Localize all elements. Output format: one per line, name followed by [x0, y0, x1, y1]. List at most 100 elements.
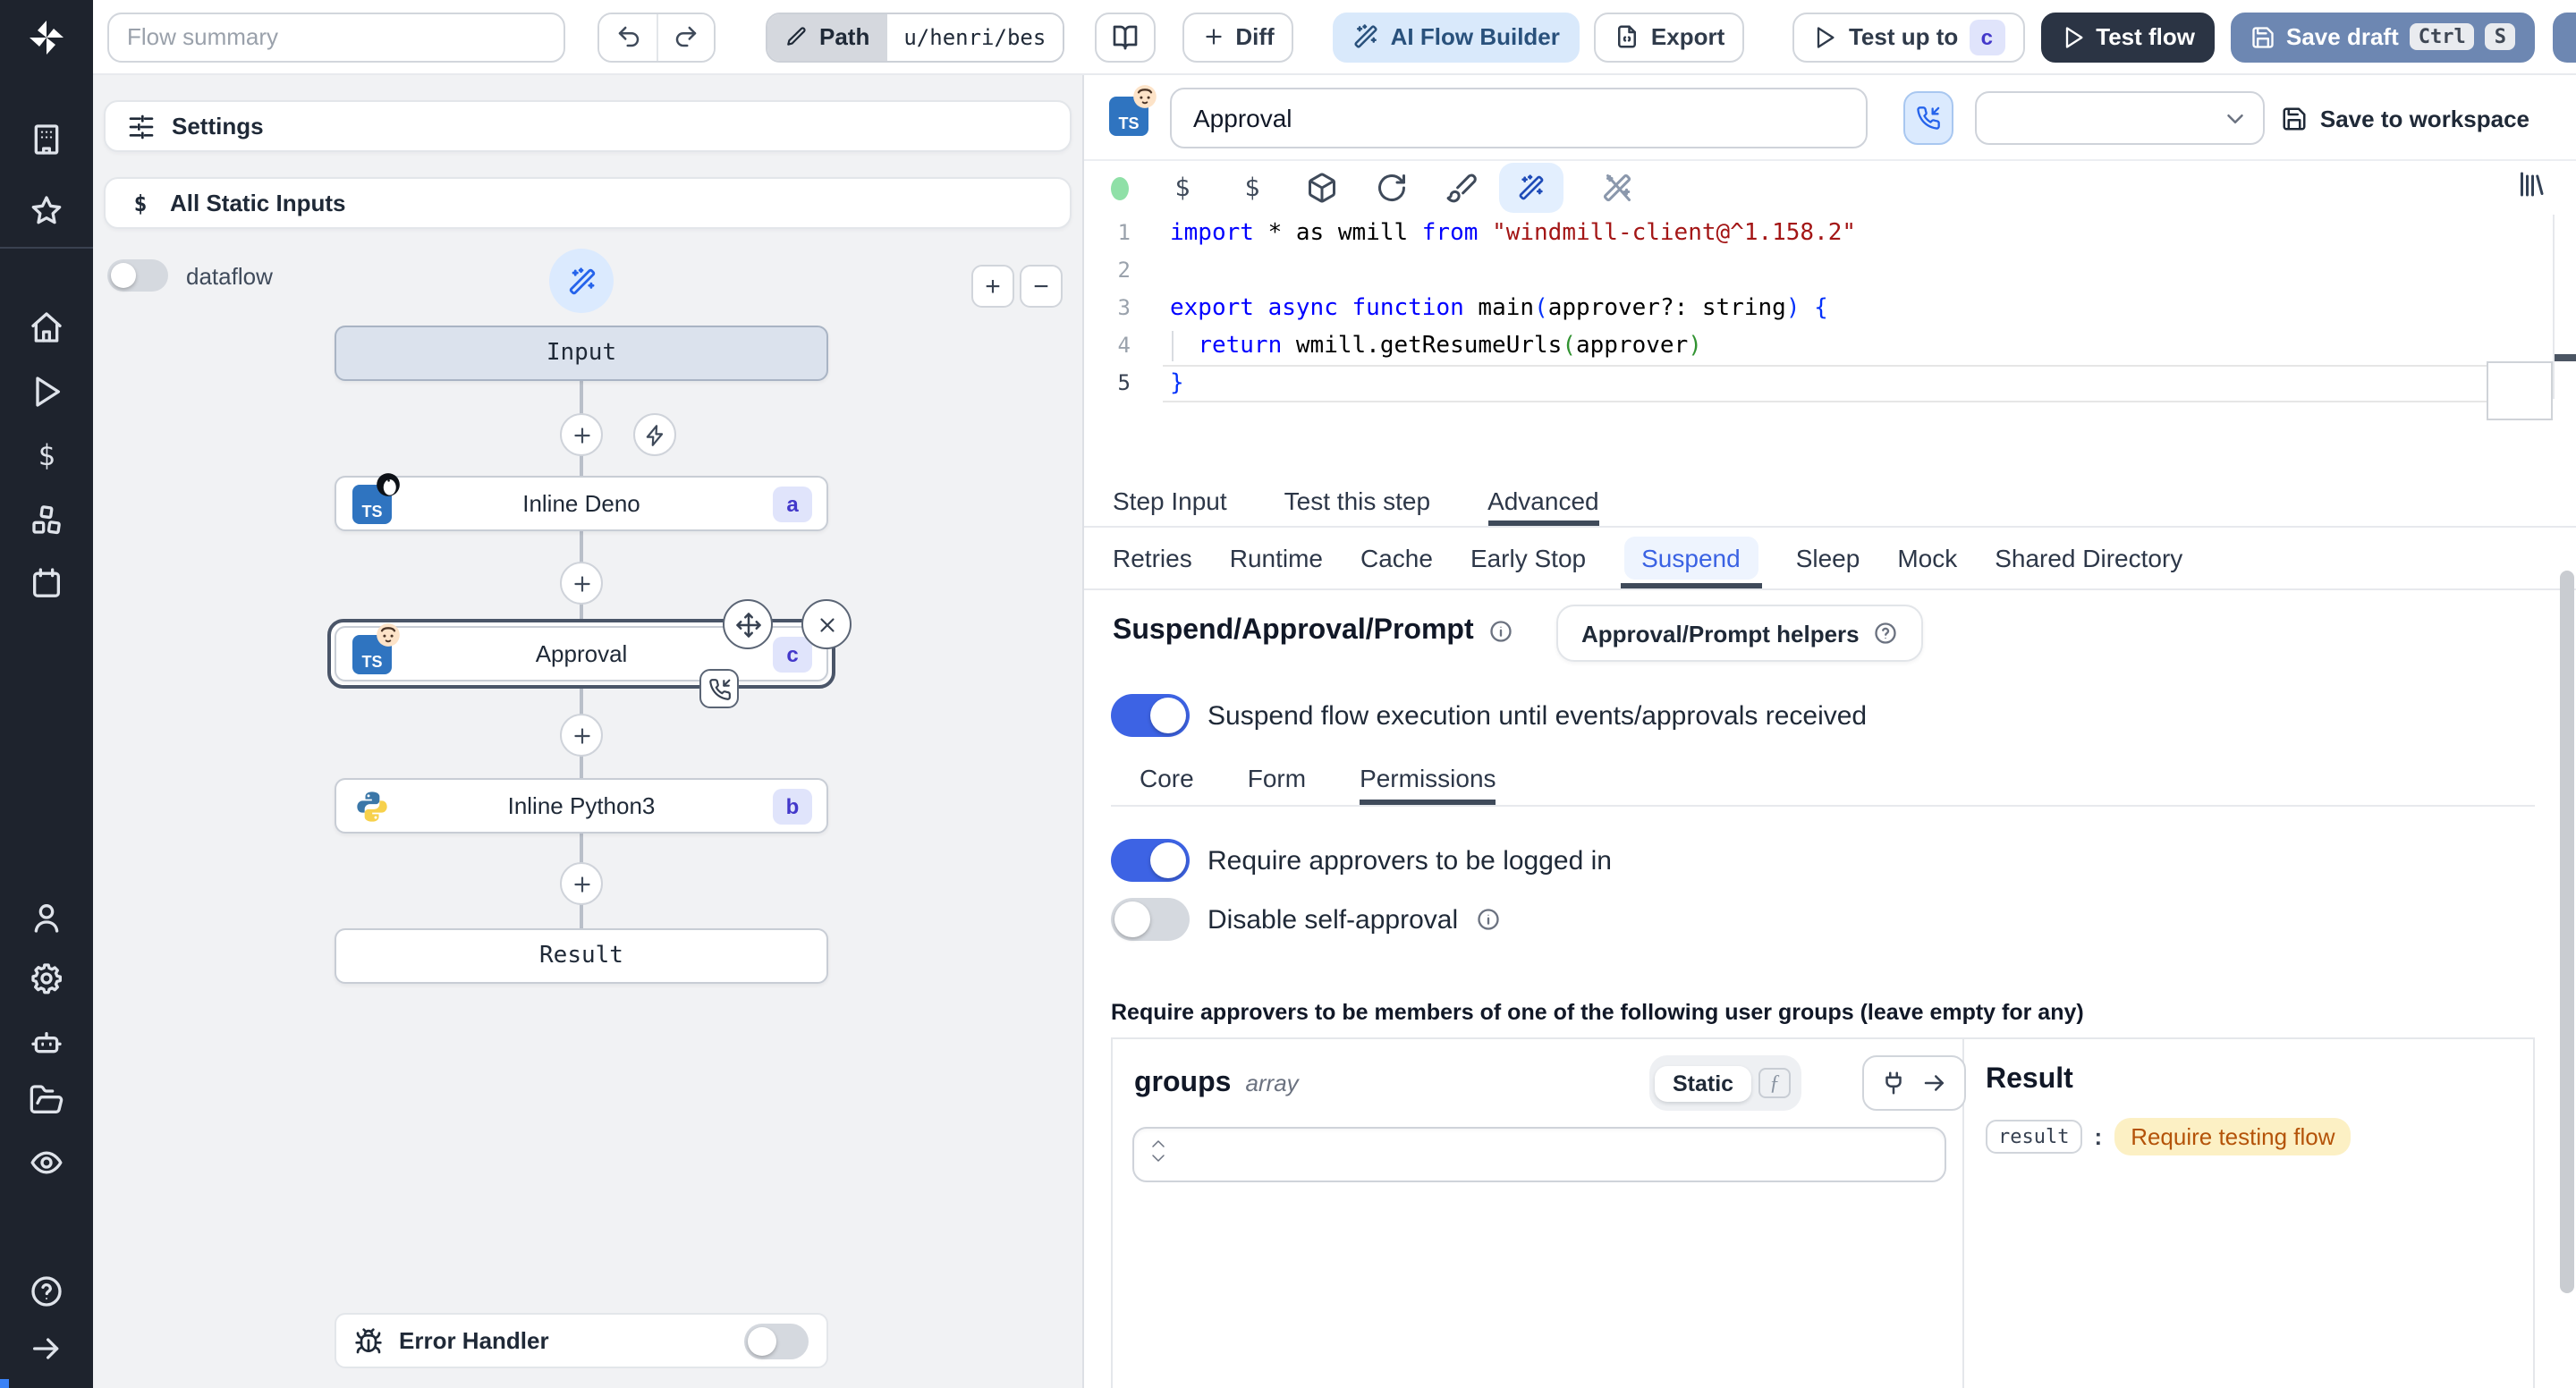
export-button[interactable]: Export — [1593, 12, 1745, 62]
tab-mock[interactable]: Mock — [1897, 528, 1957, 588]
variables-dollar-icon[interactable]: $ — [29, 438, 64, 474]
subtab-form[interactable]: Form — [1248, 751, 1306, 805]
javascript-mode-button[interactable]: ƒ — [1758, 1068, 1792, 1098]
groups-array-input[interactable] — [1132, 1127, 1946, 1182]
suspend-enable-toggle[interactable] — [1111, 694, 1190, 737]
workers-bot-icon[interactable] — [29, 1023, 64, 1059]
code-line[interactable]: 4 return wmill.getResumeUrls(approver) — [1084, 327, 2576, 365]
error-handler-toggle[interactable] — [744, 1323, 809, 1358]
windmill-logo[interactable] — [0, 0, 93, 74]
variables-dollar-icon[interactable]: $ — [1166, 172, 1199, 204]
add-step-button[interactable] — [560, 714, 603, 757]
home-icon[interactable] — [29, 309, 64, 345]
runs-play-icon[interactable] — [29, 374, 64, 410]
approval-phone-badge[interactable] — [699, 669, 739, 708]
undo-button[interactable] — [599, 13, 657, 60]
flow-node-inline-python[interactable]: Inline Python3 b — [335, 778, 828, 834]
tab-test-this-step[interactable]: Test this step — [1284, 474, 1430, 526]
path-label-segment: Path — [767, 13, 888, 60]
docs-button[interactable] — [1094, 12, 1156, 62]
tab-cache[interactable]: Cache — [1360, 528, 1433, 588]
deploy-button-partial[interactable] — [2553, 12, 2576, 62]
ai-assistant-wand-button[interactable] — [1499, 163, 1563, 213]
help-icon[interactable] — [29, 1274, 64, 1309]
resources-boxes-icon[interactable] — [29, 503, 64, 538]
add-trigger-button[interactable] — [633, 413, 676, 456]
test-flow-button[interactable]: Test flow — [2040, 12, 2215, 62]
schedules-calendar-icon[interactable] — [29, 565, 64, 601]
tab-early-stop[interactable]: Early Stop — [1470, 528, 1586, 588]
audit-eye-icon[interactable] — [29, 1145, 64, 1181]
flow-node-inline-deno[interactable]: TS Inline Deno a — [335, 472, 828, 531]
add-step-button[interactable] — [560, 862, 603, 905]
code-line[interactable]: 3 export async function main(approver?: s… — [1084, 290, 2576, 327]
code-editor[interactable]: 1 import * as wmill from "windmill-client… — [1084, 215, 2576, 474]
flow-summary-input[interactable] — [107, 12, 565, 62]
folders-icon[interactable] — [29, 1082, 64, 1118]
error-handler-row[interactable]: Error Handler — [335, 1313, 828, 1368]
suspend-phone-button[interactable] — [1903, 91, 1953, 145]
library-icon[interactable] — [2515, 168, 2547, 200]
all-static-inputs-button[interactable]: $ All Static Inputs — [104, 177, 1072, 229]
tab-retries[interactable]: Retries — [1113, 528, 1192, 588]
tab-advanced[interactable]: Advanced — [1487, 474, 1599, 526]
format-brush-icon[interactable] — [1445, 172, 1478, 204]
package-icon[interactable] — [1306, 172, 1338, 204]
code-line[interactable]: 1 import * as wmill from "windmill-client… — [1084, 215, 2576, 252]
tab-step-input[interactable]: Step Input — [1113, 474, 1227, 526]
code-line[interactable]: 2 — [1084, 252, 2576, 290]
workspace-building-icon[interactable] — [29, 122, 64, 157]
reload-icon[interactable] — [1376, 172, 1408, 204]
panel-scrollbar-thumb[interactable] — [2560, 571, 2574, 1293]
info-icon[interactable] — [1488, 619, 1513, 644]
redo-button[interactable] — [657, 13, 714, 60]
require-login-toggle[interactable] — [1111, 839, 1190, 882]
connect-input-button[interactable] — [1862, 1055, 1966, 1111]
move-node-button[interactable] — [723, 599, 773, 649]
file-code-icon — [1617, 25, 1636, 48]
script-version-select[interactable] — [1975, 91, 2265, 145]
save-to-workspace-button[interactable]: Save to workspace — [2281, 97, 2529, 140]
zoom-in-button[interactable]: + — [971, 265, 1014, 308]
delete-node-button[interactable] — [801, 599, 852, 649]
suspend-enable-label: Suspend flow execution until events/appr… — [1208, 700, 1868, 731]
wand-off-icon[interactable] — [1601, 172, 1633, 204]
input-mode-segmented-control: Static ƒ — [1649, 1055, 1802, 1111]
subtab-permissions[interactable]: Permissions — [1360, 751, 1496, 805]
tab-sleep[interactable]: Sleep — [1796, 528, 1860, 588]
editor-scroll-slider[interactable] — [2487, 361, 2553, 420]
code-line[interactable]: 5} — [1084, 365, 2576, 402]
wand-sparkles-icon — [1355, 24, 1378, 48]
expand-arrow-icon[interactable] — [29, 1331, 64, 1367]
play-icon — [2065, 26, 2082, 47]
ai-flow-builder-button[interactable]: AI Flow Builder — [1333, 12, 1580, 62]
diff-button[interactable]: Diff — [1182, 12, 1294, 62]
step-name-input[interactable] — [1170, 88, 1868, 148]
approval-prompt-helpers-button[interactable]: Approval/Prompt helpers — [1556, 605, 1924, 662]
deno-node-title: Inline Deno — [522, 490, 640, 517]
flow-node-input[interactable]: Input — [335, 326, 828, 381]
resources-dollar-icon[interactable]: $ — [1236, 172, 1268, 204]
tab-shared-directory[interactable]: Shared Directory — [1995, 528, 2182, 588]
disable-self-approval-toggle[interactable] — [1111, 898, 1190, 941]
add-step-button[interactable] — [560, 413, 603, 456]
flow-node-result[interactable]: Result — [335, 928, 828, 984]
test-up-to-button[interactable]: Test up to c — [1792, 12, 2025, 62]
tab-runtime[interactable]: Runtime — [1230, 528, 1323, 588]
zoom-out-button[interactable]: − — [1020, 265, 1063, 308]
info-icon[interactable] — [1476, 907, 1501, 932]
subtab-core[interactable]: Core — [1140, 751, 1194, 805]
favorites-star-icon[interactable] — [29, 193, 64, 229]
path-control[interactable]: Path u/henri/bes — [766, 12, 1064, 62]
tab-suspend[interactable]: Suspend — [1620, 528, 1763, 588]
ai-wand-button[interactable] — [549, 249, 614, 313]
top-toolbar: Path u/henri/bes Diff AI Flow Builder Ex… — [0, 0, 2576, 75]
save-draft-button[interactable]: Save draft Ctrl S — [2231, 12, 2535, 62]
static-mode-button[interactable]: Static — [1655, 1065, 1752, 1101]
settings-gear-icon[interactable] — [29, 961, 64, 996]
result-node-label: Result — [539, 943, 623, 969]
add-step-button[interactable] — [560, 562, 603, 605]
flow-settings-button[interactable]: Settings — [104, 100, 1072, 152]
dataflow-toggle[interactable] — [107, 259, 168, 292]
users-person-icon[interactable] — [29, 900, 64, 935]
